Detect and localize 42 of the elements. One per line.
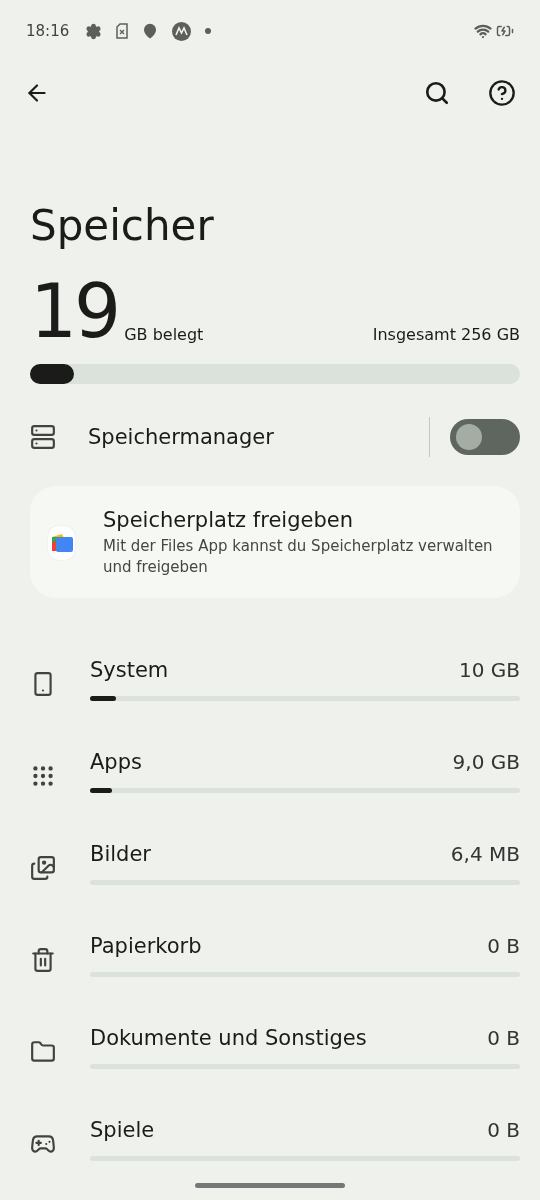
total-storage: Insgesamt 256 GB — [372, 325, 520, 344]
used-unit: GB belegt — [124, 325, 204, 344]
storage-manager-icon — [30, 424, 56, 450]
category-size: 10 GB — [458, 657, 520, 682]
trash-icon — [30, 947, 56, 973]
category-size: 0 B — [487, 933, 520, 958]
category-label: Apps — [90, 749, 142, 774]
status-time: 18:16 — [26, 22, 70, 40]
files-app-icon — [48, 526, 76, 560]
storage-category[interactable]: Spiele 0 B — [30, 1098, 520, 1190]
storage-category[interactable]: Bilder 6,4 MB — [30, 822, 520, 914]
apps-icon — [30, 763, 56, 789]
category-label: Papierkorb — [90, 933, 202, 958]
category-size: 9,0 GB — [452, 749, 520, 774]
dot-icon — [205, 28, 212, 34]
used-amount: 19 — [30, 276, 119, 346]
storage-category[interactable]: Dokumente und Sonstiges 0 B — [30, 1006, 520, 1098]
files-app-card[interactable]: Speicherplatz freigeben Mit der Files App kannst du Speicherplatz verwalten und freigeben — [30, 486, 520, 598]
sim-card-icon — [116, 23, 129, 39]
storage-manager-label: Speichermanager — [88, 425, 274, 449]
card-description: Mit der Files App kannst du Speicherplatz verwalten und freigeben — [103, 536, 494, 578]
location-icon — [142, 23, 159, 39]
settings-icon — [85, 22, 103, 40]
help-icon — [488, 79, 516, 107]
wifi-icon — [474, 22, 492, 40]
category-size: 0 B — [487, 1117, 520, 1142]
storage-category[interactable]: Apps 9,0 GB — [30, 730, 520, 822]
documents-icon — [30, 1039, 56, 1065]
page-title: Speicher — [30, 202, 215, 250]
category-label: System — [90, 657, 169, 682]
category-size: 0 B — [487, 1025, 520, 1050]
category-size: 6,4 MB — [450, 841, 520, 866]
storage-category[interactable]: Papierkorb 0 B — [30, 914, 520, 1006]
category-label: Bilder — [90, 841, 151, 866]
card-title: Speicherplatz freigeben — [103, 508, 354, 532]
brand-logo-icon — [172, 21, 192, 41]
search-icon — [424, 80, 450, 106]
images-icon — [30, 855, 56, 881]
storage-category[interactable]: System 10 GB — [30, 638, 520, 730]
storage-manager-switch[interactable] — [450, 419, 520, 455]
category-label: Spiele — [90, 1117, 155, 1142]
category-label: Dokumente und Sonstiges — [90, 1025, 367, 1050]
